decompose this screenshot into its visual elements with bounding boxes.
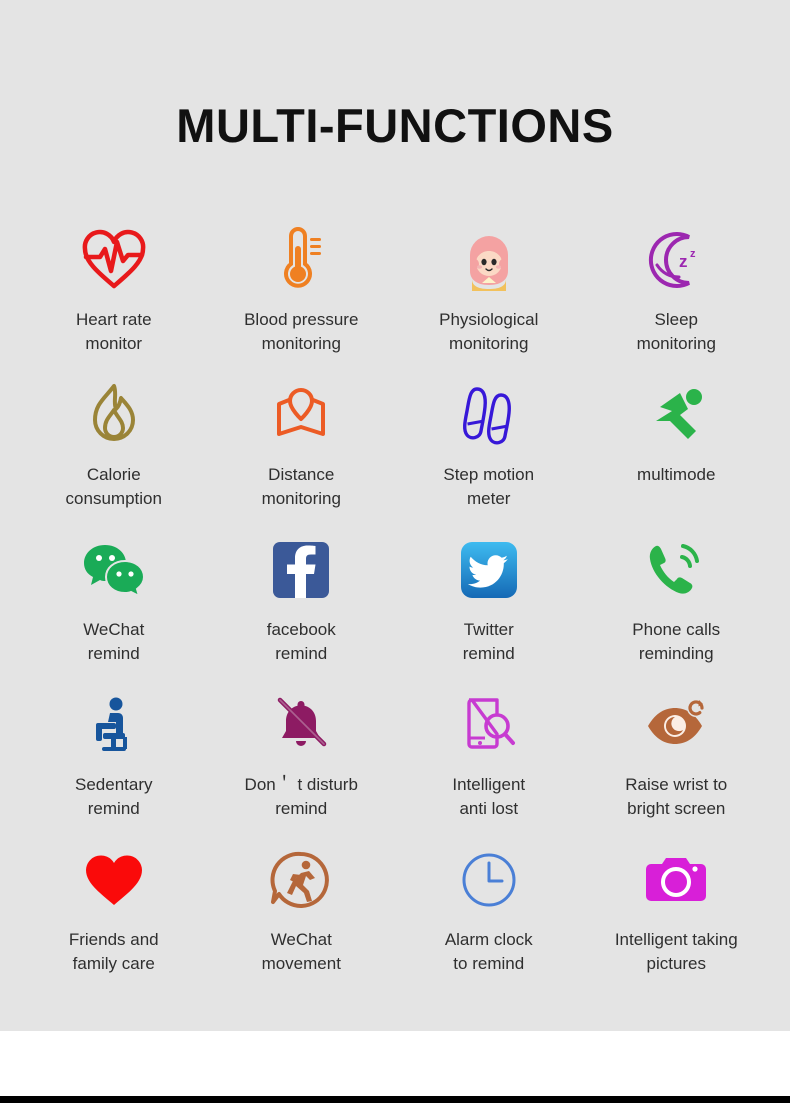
feature-item-raise-wrist[interactable]: Raise wrist to bright screen [583,685,771,840]
feature-label: Intelligent taking pictures [614,930,738,973]
feature-item-calorie[interactable]: Calorie consumption [20,375,208,530]
heart-rate-icon [80,222,148,298]
feature-label: multimode [637,465,716,484]
feature-label: Intelligent anti lost [452,775,526,818]
footsteps-icon [459,377,519,453]
feature-item-distance[interactable]: Distance monitoring [208,375,396,530]
alarm-clock-icon [461,842,517,918]
twitter-icon [460,532,517,608]
feature-label: Don＇ t disturb remind [244,775,358,818]
bell-muted-icon [270,687,332,763]
feature-item-physiological[interactable]: Physiological monitoring [395,220,583,375]
feature-item-heart-rate[interactable]: Heart rate monitor [20,220,208,375]
svg-text:z: z [690,248,696,260]
feature-item-wechat-movement[interactable]: WeChat movement [208,840,396,995]
feature-item-alarm-clock[interactable]: Alarm clock to remind [395,840,583,995]
feature-row: Sedentary remind Don＇ t disturb remind I… [20,685,770,840]
feature-label: Physiological monitoring [439,310,539,353]
feature-label: Twitter remind [462,620,515,663]
wechat-icon [81,532,147,608]
feature-label: Blood pressure monitoring [244,310,359,353]
runner-multimode-icon [644,377,708,453]
feature-row: WeChat remind facebook remind Twitter re… [20,530,770,685]
feature-label: Phone calls reminding [632,620,721,663]
eye-refresh-icon [644,687,708,763]
feature-item-twitter-remind[interactable]: Twitter remind [395,530,583,685]
feature-row: Friends and family care WeChat movement [20,840,770,995]
facebook-icon [273,532,330,608]
moon-sleep-icon: z z [645,222,707,298]
feature-label: Calorie consumption [65,465,162,508]
svg-text:z: z [679,252,688,271]
feature-row: Calorie consumption Distance monitoring [20,375,770,530]
feature-label: Alarm clock to remind [444,930,533,973]
feature-item-dnd[interactable]: Don＇ t disturb remind [208,685,396,840]
feature-item-blood-pressure[interactable]: Blood pressure monitoring [208,220,396,375]
flame-icon [85,377,143,453]
phone-search-icon [461,687,517,763]
heart-solid-icon [84,842,144,918]
feature-item-anti-lost[interactable]: Intelligent anti lost [395,685,583,840]
feature-item-facebook-remind[interactable]: facebook remind [208,530,396,685]
feature-item-multimode[interactable]: multimode [583,375,771,530]
feature-item-taking-pictures[interactable]: Intelligent taking pictures [583,840,771,995]
sedentary-person-icon [86,687,142,763]
feature-item-wechat-remind[interactable]: WeChat remind [20,530,208,685]
feature-row: Heart rate monitor Blood pressure monito… [20,220,770,375]
girl-avatar-icon [460,222,518,298]
feature-item-phone-calls[interactable]: Phone calls reminding [583,530,771,685]
page-title: MULTI-FUNCTIONS [176,99,614,152]
feature-grid: Heart rate monitor Blood pressure monito… [20,220,770,995]
feature-label: Sedentary remind [75,775,153,818]
thermometer-icon [273,222,329,298]
feature-item-step-meter[interactable]: Step motion meter [395,375,583,530]
feature-label: facebook remind [266,620,336,663]
feature-label: WeChat movement [261,930,341,973]
map-pin-icon [269,377,333,453]
feature-label: Sleep monitoring [636,310,716,353]
feature-label: Heart rate monitor [75,310,152,353]
feature-item-sleep[interactable]: z z Sleep monitoring [583,220,771,375]
page-root: MULTI-FUNCTIONS Heart rate monitor Blood… [0,0,790,1103]
feature-label: Step motion meter [443,465,535,508]
feature-label: WeChat remind [83,620,145,663]
camera-icon [646,842,707,918]
feature-item-family-care[interactable]: Friends and family care [20,840,208,995]
wechat-movement-icon [270,842,332,918]
bottom-black-bar [0,1096,790,1103]
feature-item-sedentary[interactable]: Sedentary remind [20,685,208,840]
feature-label: Raise wrist to bright screen [625,775,728,818]
feature-label: Friends and family care [68,930,159,973]
phone-call-icon [645,532,707,608]
feature-label: Distance monitoring [261,465,341,508]
